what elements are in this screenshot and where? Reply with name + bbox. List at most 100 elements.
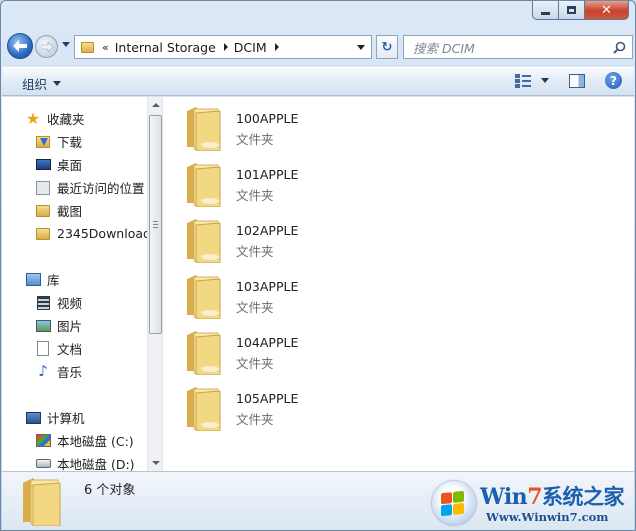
command-bar-right: ? [514, 72, 622, 89]
sidebar-group-computer[interactable]: 计算机 [2, 406, 147, 429]
recent-pages-dropdown-icon[interactable] [62, 42, 70, 47]
sidebar-item-drive-c[interactable]: 本地磁盘 (C:) [2, 429, 147, 452]
downloads-folder-icon [35, 134, 51, 150]
computer-icon [25, 410, 41, 426]
watermark-title: Win7系统之家 [480, 484, 625, 510]
sidebar-item-label: 视频 [57, 296, 83, 311]
file-type: 文件夹 [236, 412, 274, 427]
sidebar-item-screenshots[interactable]: 截图 [2, 199, 147, 222]
chevron-down-icon [53, 81, 62, 86]
search-box[interactable]: 搜索 DCIM [403, 35, 633, 59]
file-type: 文件夹 [236, 244, 274, 259]
windows-logo-icon [432, 481, 476, 525]
list-item[interactable]: 100APPLE 文件夹 [182, 103, 382, 153]
organize-label: 组织 [22, 77, 48, 92]
navigation-tree: ★ 收藏夹 下载 桌面 最近访问的位置 截图 2345Downloa 库 视频 … [2, 107, 147, 471]
sidebar-item-label: 本地磁盘 (D:) [57, 457, 135, 471]
maximize-icon [567, 6, 576, 14]
back-button[interactable] [7, 33, 33, 59]
folder-icon [187, 107, 221, 151]
forward-arrow-icon [40, 41, 53, 52]
main-area: ★ 收藏夹 下载 桌面 最近访问的位置 截图 2345Downloa 库 视频 … [2, 97, 634, 471]
scroll-up-arrow-icon[interactable] [152, 103, 160, 107]
list-item[interactable]: 102APPLE 文件夹 [182, 215, 382, 265]
item-count: 6 个对象 [84, 483, 136, 498]
sidebar-item-label: 2345Downloads [57, 226, 147, 241]
sidebar-item-label: 桌面 [57, 158, 83, 173]
address-bar[interactable]: « Internal Storage DCIM [74, 35, 372, 59]
grip-icon [153, 221, 158, 228]
file-type: 文件夹 [236, 356, 274, 371]
sidebar-item-videos[interactable]: 视频 [2, 291, 147, 314]
folder-icon [187, 219, 221, 263]
sidebar-group-label: 库 [47, 273, 60, 288]
sidebar-item-drive-d[interactable]: 本地磁盘 (D:) [2, 452, 147, 471]
list-item[interactable]: 105APPLE 文件夹 [182, 383, 382, 433]
breadcrumb-separator-icon[interactable] [223, 43, 228, 51]
file-name: 100APPLE [236, 111, 299, 126]
sidebar-group-libraries[interactable]: 库 [2, 268, 147, 291]
sidebar-item-music[interactable]: ♪ 音乐 [2, 360, 147, 383]
library-icon [25, 272, 41, 288]
pictures-icon [35, 318, 51, 334]
navigation-pane: ★ 收藏夹 下载 桌面 最近访问的位置 截图 2345Downloa 库 视频 … [2, 97, 163, 471]
file-type: 文件夹 [236, 188, 274, 203]
folder-icon [187, 275, 221, 319]
explorer-window: ✕ « Internal Storage DCIM ↻ 搜索 DCIM 组织 ?… [0, 0, 636, 531]
file-name: 101APPLE [236, 167, 299, 182]
navigation-scrollbar[interactable] [147, 97, 162, 471]
preview-pane-icon[interactable] [569, 73, 585, 88]
desktop-icon [35, 157, 51, 173]
breadcrumb-internal-storage[interactable]: Internal Storage [115, 40, 216, 55]
recent-places-icon [35, 180, 51, 196]
breadcrumb-dcim[interactable]: DCIM [234, 40, 267, 55]
list-item[interactable]: 101APPLE 文件夹 [182, 159, 382, 209]
folder-icon [81, 41, 94, 53]
file-type: 文件夹 [236, 300, 274, 315]
refresh-icon: ↻ [381, 39, 393, 55]
watermark-url: Www.Winwin7.com [486, 510, 609, 524]
sidebar-item-label: 文档 [57, 342, 83, 357]
system-drive-icon [35, 433, 51, 449]
refresh-button[interactable]: ↻ [376, 35, 398, 59]
hard-drive-icon [35, 456, 51, 472]
sidebar-item-pictures[interactable]: 图片 [2, 314, 147, 337]
change-view-icon[interactable] [514, 73, 532, 89]
list-item[interactable]: 104APPLE 文件夹 [182, 327, 382, 377]
sidebar-item-downloads[interactable]: 下载 [2, 130, 147, 153]
address-dropdown-icon[interactable] [357, 45, 365, 50]
search-icon[interactable] [613, 41, 626, 54]
list-item[interactable]: 103APPLE 文件夹 [182, 271, 382, 321]
sidebar-group-favorites[interactable]: ★ 收藏夹 [2, 107, 147, 130]
command-bar: 组织 ? [2, 67, 634, 96]
minimize-button[interactable] [532, 1, 559, 20]
forward-button[interactable] [35, 35, 58, 58]
music-note-icon: ♪ [38, 362, 48, 380]
sidebar-item-recent-places[interactable]: 最近访问的位置 [2, 176, 147, 199]
breadcrumb-overflow[interactable]: « [102, 41, 109, 54]
folder-icon [35, 226, 51, 242]
minimize-icon [541, 11, 550, 15]
star-icon: ★ [25, 108, 41, 128]
watermark-logo: Win7系统之家 Www.Winwin7.com [432, 479, 628, 525]
scroll-down-arrow-icon[interactable] [152, 461, 160, 465]
search-input[interactable]: 搜索 DCIM [413, 38, 475, 57]
folder-icon [187, 331, 221, 375]
sidebar-item-2345downloads[interactable]: 2345Downloads [2, 222, 147, 245]
close-button[interactable]: ✕ [585, 1, 629, 20]
help-icon[interactable]: ? [605, 72, 622, 89]
sidebar-group-label: 收藏夹 [47, 112, 85, 127]
scrollbar-thumb[interactable] [149, 115, 162, 334]
window-caption-buttons: ✕ [532, 1, 629, 21]
view-options-dropdown-icon[interactable] [541, 78, 549, 83]
organize-button[interactable]: 组织 [22, 74, 62, 93]
file-name: 102APPLE [236, 223, 299, 238]
breadcrumb-separator-icon[interactable] [274, 43, 279, 51]
sidebar-item-documents[interactable]: 文档 [2, 337, 147, 360]
sidebar-item-label: 截图 [57, 204, 83, 219]
maximize-button[interactable] [559, 1, 585, 20]
sidebar-item-desktop[interactable]: 桌面 [2, 153, 147, 176]
sidebar-item-label: 图片 [57, 319, 83, 334]
sidebar-item-label: 音乐 [57, 365, 83, 380]
